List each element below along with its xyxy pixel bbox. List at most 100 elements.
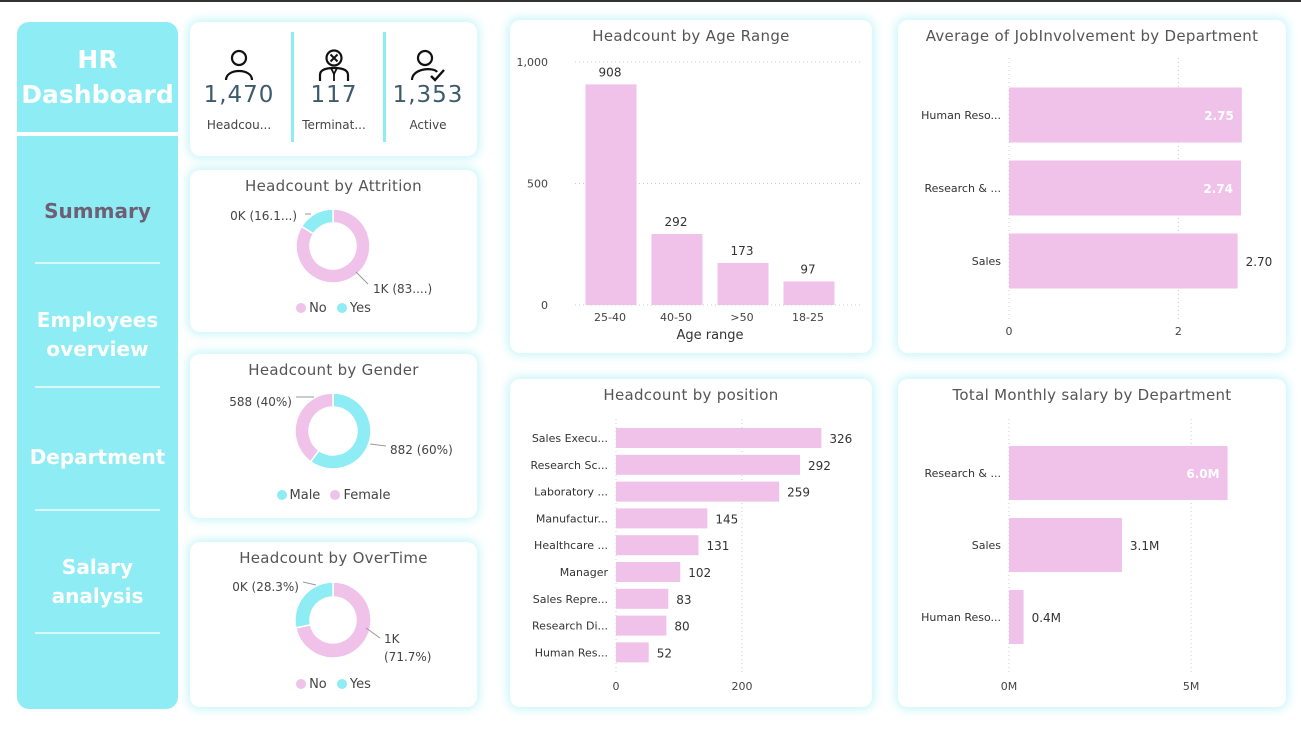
kpi-value: 1,353 xyxy=(392,82,464,108)
kpi-active: 1,353 Active xyxy=(383,22,473,156)
kpi-value: 117 xyxy=(310,82,358,108)
nav-department[interactable]: Department xyxy=(17,443,178,472)
bar xyxy=(616,481,780,502)
attrition-card: Headcount by Attrition 1K (83....) 0K (16… xyxy=(190,170,477,332)
kpi-label: Headcou... xyxy=(206,118,272,132)
bar xyxy=(616,642,649,663)
y-tick-label: Human Res... xyxy=(535,646,608,659)
x-tick-label: 2 xyxy=(1175,325,1182,338)
data-label: 173 xyxy=(731,244,754,258)
data-label: 52 xyxy=(657,646,672,660)
sidebar-divider xyxy=(17,132,178,136)
slice-label: 1K (83....) xyxy=(373,282,432,296)
bar xyxy=(651,234,703,305)
kpi-value: 1,470 xyxy=(203,82,275,108)
nav-summary[interactable]: Summary xyxy=(17,197,178,226)
leader-line xyxy=(355,271,369,285)
data-label: 326 xyxy=(829,432,852,446)
legend-marker xyxy=(276,490,287,500)
data-label: 3.1M xyxy=(1130,539,1159,553)
job-involvement-chart: 0 2 Human Reso... 2.75 Research & ... 2.74 Sal… xyxy=(921,58,1272,338)
y-tick-label: Laboratory ... xyxy=(534,486,608,499)
terminated-person-icon xyxy=(317,48,351,86)
salary-chart: 0M 5M Research & ... 6.0M Sales 3.1M Human Res… xyxy=(921,419,1228,693)
y-tick-label: Sales Repre... xyxy=(533,593,608,606)
kpi-label: Terminat... xyxy=(302,118,366,132)
data-label: 102 xyxy=(688,566,711,580)
app-title-line2: Dashboard xyxy=(21,80,174,109)
leader-line xyxy=(369,443,387,447)
legend-item: Yes xyxy=(349,677,371,692)
top-border xyxy=(0,0,1301,2)
data-label: 259 xyxy=(787,486,810,500)
nav-divider xyxy=(35,386,160,388)
bar xyxy=(585,84,637,305)
x-tick-label: 18-25 xyxy=(792,311,824,324)
person-icon xyxy=(222,48,256,86)
donut-slice xyxy=(294,392,334,463)
x-tick-label: 0 xyxy=(1006,325,1013,338)
slice-label: 0K (28.3%) xyxy=(232,580,299,594)
legend-marker xyxy=(330,490,341,500)
age-range-card: Headcount by Age Range 0 500 1,000 908 25-40… xyxy=(510,20,872,353)
kpi-label: Active xyxy=(409,118,447,132)
legend-item: Yes xyxy=(349,301,371,316)
y-tick-label: Sales Execu... xyxy=(532,432,608,445)
legend: No Yes xyxy=(190,301,477,316)
nav-divider xyxy=(35,262,160,264)
bar xyxy=(616,562,681,582)
bar xyxy=(616,615,667,636)
salary-card: Total Monthly salary by Department 0M 5M R… xyxy=(898,379,1286,707)
kpi-card: 1,470 Headcou... 117 Terminat... 1,353 A… xyxy=(190,22,477,156)
app-title: HR Dashboard xyxy=(17,22,178,132)
data-label: 2.75 xyxy=(1204,109,1234,123)
y-tick-label: Healthcare ... xyxy=(534,539,608,552)
nav-employees-overview[interactable]: Employees overview xyxy=(17,306,178,364)
x-tick-label: 200 xyxy=(732,680,753,693)
bar xyxy=(717,262,769,305)
legend-marker xyxy=(296,303,307,313)
y-tick-label: 0 xyxy=(541,299,548,312)
x-tick-label: 5M xyxy=(1183,680,1200,693)
y-tick-label: Research Sc... xyxy=(531,459,608,472)
y-tick-label: Research & ... xyxy=(924,467,1001,480)
slice-label: 1K xyxy=(384,632,401,646)
x-tick-label: 0M xyxy=(1001,680,1018,693)
slice-label: 588 (40%) xyxy=(229,395,292,409)
position-card: Headcount by position 0 200 Sales Execu...… xyxy=(510,379,872,707)
bar xyxy=(1009,590,1024,644)
donut-slice xyxy=(300,208,334,235)
data-label: 145 xyxy=(715,512,738,526)
y-tick-label: Human Reso... xyxy=(921,611,1001,624)
nav-divider xyxy=(35,509,160,511)
bar xyxy=(1009,233,1238,289)
bar xyxy=(783,281,835,305)
y-tick-label: Research & ... xyxy=(924,182,1001,195)
x-axis-label: Age range xyxy=(676,328,744,343)
bar xyxy=(616,428,822,448)
legend-item: Female xyxy=(343,488,391,503)
legend-marker xyxy=(336,303,347,313)
y-tick-label: Manager xyxy=(560,566,609,579)
legend: No Yes xyxy=(190,677,477,692)
gender-card: Headcount by Gender 882 (60%) 588 (40%) M… xyxy=(190,354,477,518)
y-tick-label: 500 xyxy=(527,178,548,191)
data-label: 80 xyxy=(674,620,689,634)
nav-divider xyxy=(35,632,160,634)
data-label: 908 xyxy=(599,65,622,79)
legend-item: No xyxy=(309,677,327,692)
y-tick-label: Research Di... xyxy=(532,620,608,633)
bar xyxy=(1009,518,1122,572)
legend-marker xyxy=(296,679,307,689)
legend-item: No xyxy=(309,301,327,316)
sidebar: HR Dashboard Summary Employees overview De… xyxy=(17,22,178,709)
data-label: 2.74 xyxy=(1203,182,1233,196)
active-person-icon xyxy=(410,48,446,86)
donut-slice xyxy=(294,581,334,629)
nav-salary-analysis[interactable]: Salary analysis xyxy=(17,553,178,611)
overtime-card: Headcount by OverTime 1K (71.7%) 0K (28.3%… xyxy=(190,542,477,707)
bar xyxy=(616,454,800,475)
bar xyxy=(616,508,708,529)
kpi-terminated: 117 Terminat... xyxy=(291,22,377,156)
slice-label: 882 (60%) xyxy=(390,443,453,457)
